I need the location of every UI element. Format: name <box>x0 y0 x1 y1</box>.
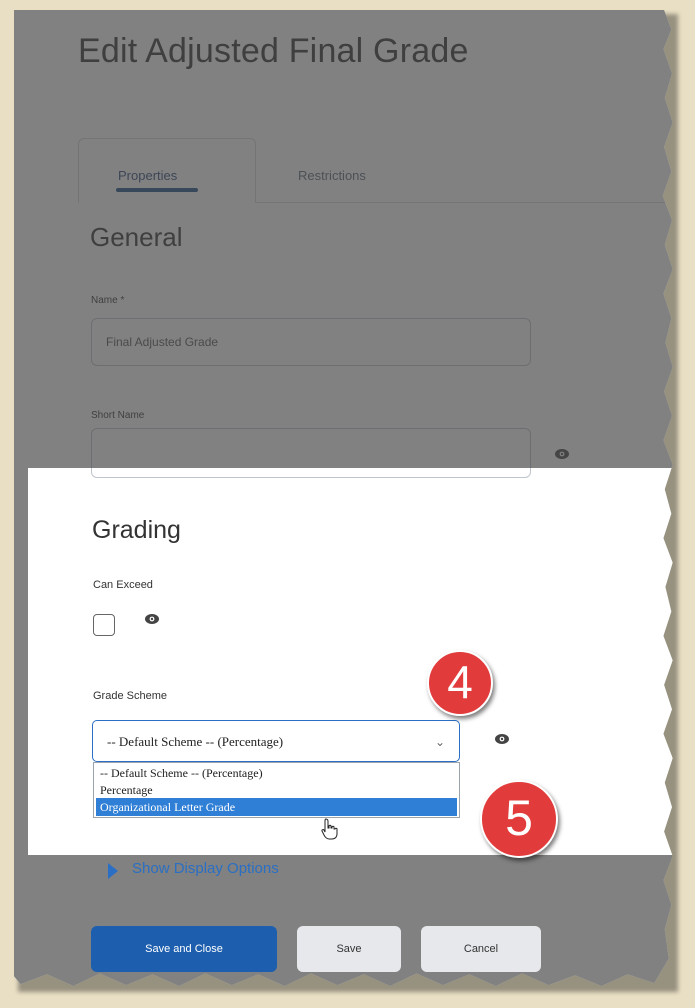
dim-overlay-left <box>14 468 28 855</box>
mouse-pointer-hand-icon <box>321 818 338 840</box>
page-title: Edit Adjusted Final Grade <box>78 32 469 70</box>
section-heading-grading: Grading <box>92 516 181 544</box>
visibility-eye-icon[interactable] <box>144 611 160 627</box>
can-exceed-label: Can Exceed <box>93 579 153 591</box>
grade-scheme-select[interactable]: -- Default Scheme -- (Percentage) ⌄ <box>92 720 460 762</box>
chevron-down-icon: ⌄ <box>434 735 445 749</box>
grade-scheme-label: Grade Scheme <box>93 690 167 702</box>
visibility-eye-icon[interactable] <box>554 446 570 462</box>
name-input[interactable] <box>91 318 531 366</box>
short-name-label: Short Name <box>91 410 145 421</box>
save-and-close-button[interactable]: Save and Close <box>91 926 277 972</box>
save-button[interactable]: Save <box>297 926 401 972</box>
step-5-callout: 5 <box>480 780 558 858</box>
active-tab-indicator <box>116 188 198 192</box>
grade-scheme-selected-value: -- Default Scheme -- (Percentage) <box>107 734 284 749</box>
screenshot-page: Edit Adjusted Final Grade Properties Res… <box>14 10 673 987</box>
cancel-button[interactable]: Cancel <box>421 926 541 972</box>
tab-bar: Properties Restrictions <box>78 138 673 203</box>
short-name-input[interactable] <box>91 428 531 478</box>
tab-properties[interactable]: Properties <box>118 168 177 183</box>
option-percentage[interactable]: Percentage <box>96 781 457 799</box>
show-display-options-link[interactable]: Show Display Options <box>108 860 279 877</box>
step-4-callout: 4 <box>427 650 493 716</box>
edit-grade-form: Edit Adjusted Final Grade Properties Res… <box>14 10 673 987</box>
show-display-options-label: Show Display Options <box>132 860 279 877</box>
option-default-scheme[interactable]: -- Default Scheme -- (Percentage) <box>96 764 457 782</box>
visibility-eye-icon[interactable] <box>494 731 510 747</box>
grade-scheme-options-list: -- Default Scheme -- (Percentage) Percen… <box>93 762 460 818</box>
tab-restrictions[interactable]: Restrictions <box>298 168 366 183</box>
section-heading-general: General <box>90 222 183 252</box>
can-exceed-checkbox[interactable] <box>93 614 115 636</box>
option-organizational-letter-grade[interactable]: Organizational Letter Grade <box>96 798 457 816</box>
name-label: Name * <box>91 295 125 306</box>
